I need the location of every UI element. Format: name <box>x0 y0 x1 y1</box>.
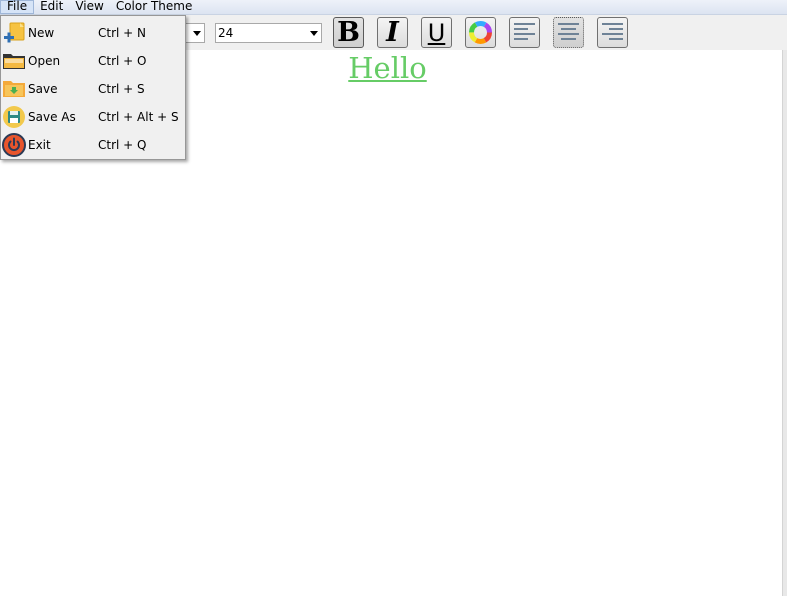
menu-file[interactable]: File <box>0 0 35 14</box>
underline-icon: U <box>427 18 446 47</box>
menu-item-label: Save As <box>28 110 76 124</box>
menu-item-shortcut: Ctrl + S <box>98 82 145 96</box>
menu-item-new[interactable]: New Ctrl + N <box>1 19 185 47</box>
floppy-disk-icon <box>3 106 25 128</box>
menu-item-shortcut: Ctrl + N <box>98 26 147 40</box>
text-editor-window: File Edit View Color Theme 24 B I U Hell… <box>0 0 787 596</box>
menu-item-label: Exit <box>28 138 51 152</box>
menu-view[interactable]: View <box>69 0 109 14</box>
font-size-select[interactable]: 24 <box>215 23 322 43</box>
menu-item-save[interactable]: Save Ctrl + S <box>1 75 185 103</box>
align-right-icon <box>602 23 623 43</box>
italic-icon: I <box>386 17 399 48</box>
menu-item-save-as[interactable]: Save As Ctrl + Alt + S <box>1 103 185 131</box>
menu-item-shortcut: Ctrl + O <box>98 54 147 68</box>
align-right-button[interactable] <box>597 17 628 48</box>
vertical-scrollbar[interactable] <box>782 50 787 596</box>
align-center-icon <box>558 23 579 43</box>
save-folder-icon <box>3 81 25 97</box>
menu-item-label: Save <box>28 82 58 96</box>
bold-icon: B <box>337 17 360 48</box>
align-left-icon <box>514 23 535 43</box>
align-center-button[interactable] <box>553 17 584 48</box>
color-wheel-icon <box>469 21 492 44</box>
menu-bar: File Edit View Color Theme <box>0 0 787 15</box>
align-left-button[interactable] <box>509 17 540 48</box>
open-folder-icon <box>3 54 25 69</box>
underline-button[interactable]: U <box>421 17 452 48</box>
menu-item-shortcut: Ctrl + Q <box>98 138 147 152</box>
menu-item-label: Open <box>28 54 61 68</box>
bold-button[interactable]: B <box>333 17 364 48</box>
power-icon <box>2 133 26 157</box>
menu-item-shortcut: Ctrl + Alt + S <box>98 110 179 124</box>
file-menu-dropdown: New Ctrl + N Open Ctrl + O Save Ctrl + S <box>0 15 186 160</box>
font-size-value: 24 <box>218 26 234 40</box>
chevron-down-icon <box>310 31 318 36</box>
new-file-icon <box>4 22 25 43</box>
menu-color-theme[interactable]: Color Theme <box>110 0 199 14</box>
chevron-down-icon <box>193 31 201 36</box>
menu-edit[interactable]: Edit <box>34 0 69 14</box>
menu-item-open[interactable]: Open Ctrl + O <box>1 47 185 75</box>
italic-button[interactable]: I <box>377 17 408 48</box>
text-color-button[interactable] <box>465 17 496 48</box>
menu-item-exit[interactable]: Exit Ctrl + Q <box>1 131 185 159</box>
menu-item-label: New <box>28 26 55 40</box>
